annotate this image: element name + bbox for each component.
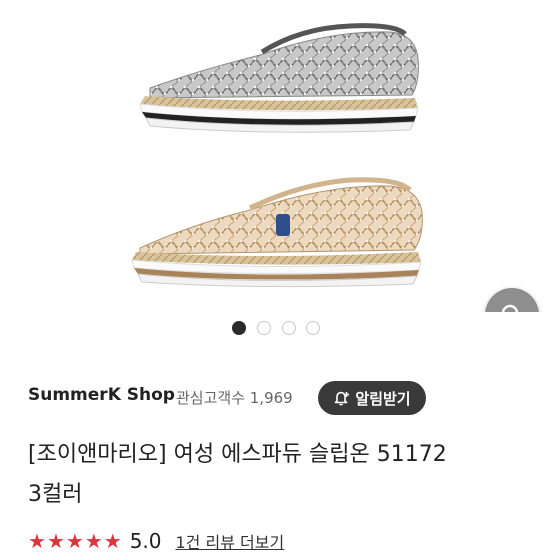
alert-subscribe-label: 알림받기 [355, 389, 411, 408]
product-title-line-2: 3컬러 [28, 482, 83, 507]
product-title: [조이앤마리오] 여성 에스파듀 슬립온 51172 3컬러 [28, 435, 538, 515]
star-icon: ★ [46, 529, 65, 553]
star-icon: ★ [65, 529, 84, 553]
follower-count: 관심고객수 1,969 [176, 389, 293, 407]
carousel-dot-3[interactable] [282, 321, 296, 335]
carousel-dot-1[interactable] [232, 321, 246, 335]
rating-score: 5.0 [129, 529, 162, 553]
carousel-dot-4[interactable] [306, 321, 320, 335]
product-image-carousel[interactable] [0, 0, 553, 312]
shop-name[interactable]: SummerK Shop [28, 385, 175, 405]
carousel-dot-2[interactable] [257, 321, 271, 335]
shop-info-row: SummerK Shop 관심고객수 1,969 알림받기 [28, 381, 535, 415]
rating-stars: ★ ★ ★ ★ ★ [28, 531, 122, 551]
star-icon: ★ [28, 529, 46, 553]
search-icon [501, 304, 519, 312]
review-more-link[interactable]: 1건 리뷰 더보기 [176, 529, 285, 553]
rating-row: ★ ★ ★ ★ ★ 5.0 1건 리뷰 더보기 [28, 528, 284, 553]
star-icon: ★ [103, 529, 122, 553]
star-icon: ★ [84, 529, 103, 553]
product-title-line-1: [조이앤마리오] 여성 에스파듀 슬립온 51172 [28, 442, 447, 467]
alert-subscribe-button[interactable]: 알림받기 [318, 381, 426, 415]
product-image [131, 23, 423, 288]
bell-plus-icon [335, 391, 350, 406]
carousel-pagination [0, 321, 553, 335]
